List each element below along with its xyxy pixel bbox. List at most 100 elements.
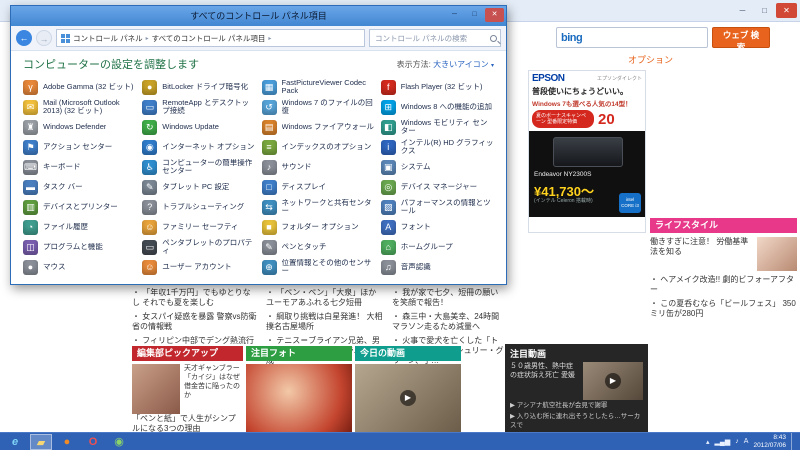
breadcrumb-current[interactable]: すべてのコントロール パネル項目 xyxy=(152,33,266,44)
editorial-link[interactable]: 「ペンと紙」で人生がシンプルになる3つの理由 xyxy=(132,414,243,432)
featured-video-list: ▶ アシアナ航空社長が会見で謝罪 ▶ 入り込む所に連れ出そうとしたら…サーカスで xyxy=(505,400,648,431)
control-panel-item[interactable]: ◧ Windows モビリティ センター xyxy=(380,117,494,137)
ad-headline: 普段使いにちょうどいい。 xyxy=(532,87,628,96)
minimize-button[interactable]: ─ xyxy=(445,8,464,22)
tray-expand-icon[interactable]: ▴ xyxy=(706,438,710,446)
control-panel-item[interactable]: ● マウス xyxy=(23,257,136,277)
control-panel-item[interactable]: ⚑ アクション センター xyxy=(23,137,136,157)
news-link[interactable]: ・ 「ペン・ペン」「大泉」ほか ユーモアあふれる七夕短冊 xyxy=(266,288,384,308)
today-video-header[interactable]: 今日の動画 xyxy=(355,346,461,361)
control-panel-item[interactable]: □ ディスプレイ xyxy=(261,177,375,197)
control-panel-item[interactable]: ▭ RemoteApp とデスクトップ接続 xyxy=(142,97,255,117)
control-panel-item[interactable]: ✉ Mail (Microsoft Outlook 2013) (32 ビット) xyxy=(23,97,136,117)
control-panel-item[interactable]: ▨ パフォーマンスの情報とツール xyxy=(380,197,494,217)
featured-video-link[interactable]: ▶ 入り込む所に連れ出そうとしたら…サーカスで xyxy=(505,411,648,431)
lifestyle-photo[interactable] xyxy=(757,237,797,271)
ime-indicator[interactable]: A xyxy=(744,438,749,445)
breadcrumb[interactable]: コントロール パネル ▸ すべてのコントロール パネル項目 ▸ xyxy=(56,29,365,47)
control-panel-item[interactable]: ☺ ユーザー アカウント xyxy=(142,257,255,277)
featured-video-thumbnail[interactable]: ▶ xyxy=(583,362,643,400)
control-panel-item[interactable]: ◔ ファイル履歴 xyxy=(23,217,136,237)
control-panel-item[interactable]: ? トラブルシューティング xyxy=(142,197,255,217)
control-panel-item[interactable]: ▣ システム xyxy=(380,157,494,177)
forward-button[interactable]: → xyxy=(36,30,52,46)
control-panel-item[interactable]: ♿ コンピューターの簡単操作センター xyxy=(142,157,255,177)
browser-maximize-button[interactable]: □ xyxy=(754,3,775,18)
firefox-taskbar-icon[interactable]: ● xyxy=(56,434,78,450)
breadcrumb-root[interactable]: コントロール パネル xyxy=(73,33,143,44)
lifestyle-header[interactable]: ライフスタイル xyxy=(650,218,797,233)
control-panel-item[interactable]: ♪ サウンド xyxy=(261,157,375,177)
windows7-file-recovery-icon: ↺ xyxy=(261,99,277,115)
web-search-input[interactable] xyxy=(586,30,703,45)
control-panel-item[interactable]: ↻ Windows Update xyxy=(142,117,255,137)
today-video-thumbnail[interactable]: ▶ xyxy=(355,364,461,432)
control-panel-item[interactable]: A フォント xyxy=(380,217,494,237)
control-panel-item[interactable]: ⌂ ホームグループ xyxy=(380,237,494,257)
news-link[interactable]: ・ 綱取り挑戦は白星発進！ 大相撲名古屋場所 xyxy=(266,312,384,332)
featured-video-header[interactable]: 注目動画 xyxy=(505,344,648,362)
news-link[interactable]: ・ 女スパイ疑惑を暴露 警察vs防衛省の情報戦 xyxy=(132,312,258,332)
control-panel-item[interactable]: ◎ デバイス マネージャー xyxy=(380,177,494,197)
taskbar-clock[interactable]: 8:43 2012/07/06 xyxy=(753,434,786,449)
control-panel-item[interactable]: ■ フォルダー オプション xyxy=(261,217,375,237)
fonts-icon: A xyxy=(380,219,396,235)
control-panel-item[interactable]: ▤ Windows ファイアウォール xyxy=(261,117,375,137)
control-panel-item[interactable]: ▭ ペンタブレットのプロパティ xyxy=(142,237,255,257)
news-link[interactable]: ・ 「年収1千万円」でもゆとりなし それでも夏を楽しむ xyxy=(132,288,258,308)
lifestyle-link[interactable]: ・ この夏呑むなら「ビールフェス」 350ミリ缶が280円 xyxy=(650,299,797,319)
control-panel-item[interactable]: ▥ デバイスとプリンター xyxy=(23,197,136,217)
control-panel-item[interactable]: ◫ プログラムと機能 xyxy=(23,237,136,257)
back-button[interactable]: ← xyxy=(16,30,32,46)
control-panel-item[interactable]: ▬ タスク バー xyxy=(23,177,136,197)
control-panel-item[interactable]: ☺ ファミリー セーフティ xyxy=(142,217,255,237)
browser-close-button[interactable]: ✕ xyxy=(776,3,797,18)
ie-taskbar-icon[interactable]: e xyxy=(4,434,26,450)
epson-ad[interactable]: EPSON エプソンダイレクト 普段使いにちょうどいい。 Windows 7も選… xyxy=(528,70,646,233)
system-tray: ▴ ▂▄▆ ♪ A 8:43 2012/07/06 xyxy=(706,432,800,450)
control-panel-item[interactable]: ✎ タブレット PC 設定 xyxy=(142,177,255,197)
control-panel-item[interactable]: ♫ 音声認識 xyxy=(380,257,494,277)
file-explorer-taskbar-icon[interactable]: ▰ xyxy=(30,433,52,450)
featured-photo-header[interactable]: 注目フォト xyxy=(246,346,352,361)
featured-video-link[interactable]: ▶ アシアナ航空社長が会見で謝罪 xyxy=(505,400,648,411)
featured-video-lead-link[interactable]: ５０歳男性、熱中症の症状訴え死亡 愛媛 xyxy=(510,362,579,400)
lifestyle-lead-link[interactable]: 働きすぎに注意！ 労働基準法を知る xyxy=(650,237,753,271)
editorial-lead-link[interactable]: 天才ギャンブラー「カイジ」はなぜ借金苦に陥ったのか xyxy=(184,364,243,414)
control-panel-item[interactable]: ♜ Windows Defender xyxy=(23,117,136,137)
control-panel-item[interactable]: ⊕ 位置情報とその他のセンサー xyxy=(261,257,375,277)
control-panel-item[interactable]: ⊞ Windows 8 への機能の追加 xyxy=(380,97,494,117)
control-panel-item[interactable]: ⇆ ネットワークと共有センター xyxy=(261,197,375,217)
options-link[interactable]: オプション xyxy=(628,53,673,66)
ad-campaign-badge: 夏のボーナスキャンペーン 型番限定特価 xyxy=(532,110,594,128)
view-by-value[interactable]: 大きいアイコン xyxy=(433,60,489,69)
browser-minimize-button[interactable]: ─ xyxy=(732,3,753,18)
control-panel-item[interactable]: ≡ インデックスのオプション xyxy=(261,137,375,157)
control-panel-item[interactable]: γ Adobe Gamma (32 ビット) xyxy=(23,77,136,97)
featured-photo[interactable] xyxy=(246,364,352,432)
control-panel-item[interactable]: i インテル(R) HD グラフィックス xyxy=(380,137,494,157)
opera-taskbar-icon[interactable]: O xyxy=(82,434,104,450)
volume-icon[interactable]: ♪ xyxy=(735,438,739,445)
control-panel-item[interactable]: ✎ ペンとタッチ xyxy=(261,237,375,257)
chrome-taskbar-icon[interactable]: ◉ xyxy=(108,434,130,450)
show-desktop-button[interactable] xyxy=(791,432,796,450)
news-link[interactable]: ・ 森三中・大島美幸、24時間マラソン走るため減量へ xyxy=(392,312,504,332)
control-panel-item[interactable]: ⌨ キーボード xyxy=(23,157,136,177)
control-panel-item[interactable]: ▦ FastPictureViewer Codec Pack xyxy=(261,77,375,97)
control-panel-item[interactable]: ↺ Windows 7 のファイルの回復 xyxy=(261,97,375,117)
close-button[interactable]: ✕ xyxy=(485,8,504,22)
lifestyle-link[interactable]: ・ ヘアメイク改造!! 劇的ビフォーアフター xyxy=(650,275,797,295)
network-icon[interactable]: ▂▄▆ xyxy=(715,438,731,446)
control-panel-item[interactable]: ● BitLocker ドライブ暗号化 xyxy=(142,77,255,97)
maximize-button[interactable]: □ xyxy=(465,8,484,22)
control-panel-search-input[interactable] xyxy=(373,32,490,44)
news-link[interactable]: ・ 我が家で七夕、短冊の願いを笑顔で報告！ xyxy=(392,288,504,308)
web-search-button[interactable]: ウェブ 検索 xyxy=(712,27,770,52)
editorial-header[interactable]: 編集部ピックアップ xyxy=(132,346,243,361)
tray-icons: ▴ ▂▄▆ ♪ A xyxy=(706,438,748,446)
control-panel-titlebar[interactable]: すべてのコントロール パネル項目 ─ □ ✕ xyxy=(11,6,506,26)
control-panel-item[interactable]: ◉ インターネット オプション xyxy=(142,137,255,157)
editorial-photo[interactable] xyxy=(132,364,180,414)
control-panel-item[interactable]: f Flash Player (32 ビット) xyxy=(380,77,494,97)
